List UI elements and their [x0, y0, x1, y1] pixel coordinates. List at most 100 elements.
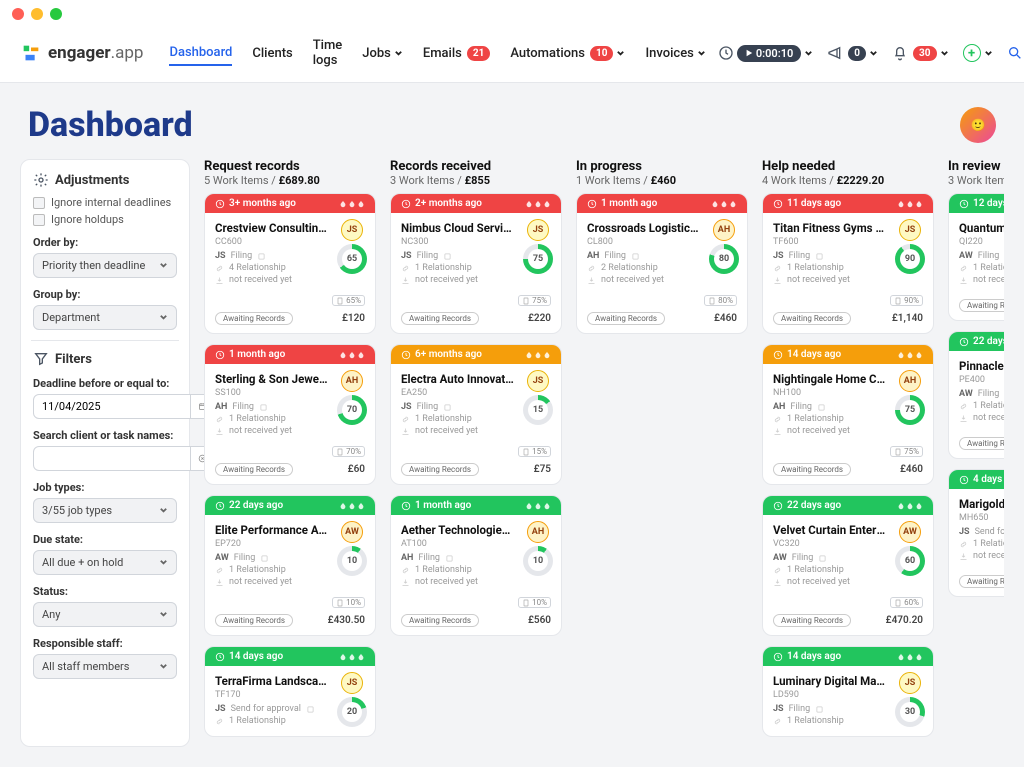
card-meta-row: JSSend for approval: [959, 527, 1004, 537]
work-item-card[interactable]: 2+ months ago Nimbus Cloud Services... N…: [390, 193, 562, 334]
card-age: 4 days ago: [973, 474, 1004, 485]
card-meta-row: AWFiling: [959, 251, 1004, 261]
orderby-select[interactable]: Priority then deadline: [33, 253, 177, 278]
link-icon: [215, 566, 224, 575]
user-avatar[interactable]: 🙂: [960, 107, 996, 143]
clock-icon: [401, 199, 411, 209]
status-pill: Awaiting Records: [773, 463, 851, 476]
work-item-card[interactable]: 3+ months ago Crestview Consulting Ltd. …: [204, 193, 376, 334]
work-item-card[interactable]: 22 days ago Velvet Curtain Entertain... …: [762, 495, 934, 636]
duestate-select[interactable]: All due + on hold: [33, 550, 177, 575]
sidebar-panel: Adjustments Ignore internal deadlines Ig…: [20, 159, 190, 747]
progress-ring: 20: [337, 697, 367, 727]
link-icon: [215, 717, 224, 726]
jobtypes-label: Job types:: [33, 481, 177, 494]
clock-icon: [215, 199, 225, 209]
download-icon: [587, 276, 596, 285]
gear-icon: [33, 172, 49, 188]
work-item-card[interactable]: 6+ months ago Electra Auto Innovation...…: [390, 344, 562, 485]
chevron-down-icon: [159, 610, 168, 619]
work-item-card[interactable]: 14 days ago Luminary Digital Market... L…: [762, 646, 934, 737]
assignee-badge[interactable]: JS: [899, 672, 921, 694]
priority-icons: [897, 653, 923, 661]
card-received-row: not received yet: [773, 577, 923, 587]
doc-icon: [336, 297, 344, 305]
deadline-input[interactable]: [33, 394, 191, 419]
pct-badge: 10%: [518, 597, 551, 608]
card-client-code: QI220: [959, 237, 1004, 247]
card-age: 2+ months ago: [415, 198, 482, 209]
column-subtitle: 3 Work Items / £855: [390, 174, 562, 187]
assignee-badge[interactable]: JS: [899, 219, 921, 241]
work-item-card[interactable]: 12 days ago Quantum Innovatic QI220 AWFi…: [948, 193, 1004, 321]
card-age: 14 days ago: [787, 651, 841, 662]
nav-jobs[interactable]: Jobs: [362, 42, 403, 65]
card-relationship-row: 1 Relationship: [959, 263, 1004, 273]
priority-icons: [711, 200, 737, 208]
pct-badge: 65%: [332, 295, 365, 306]
assignee-badge[interactable]: AH: [713, 219, 735, 241]
assignee-badge[interactable]: JS: [341, 672, 363, 694]
announcements-button[interactable]: 0: [827, 41, 878, 65]
work-item-card[interactable]: 11 days ago Titan Fitness Gyms & Pe... T…: [762, 193, 934, 334]
groupby-select[interactable]: Department: [33, 305, 177, 330]
orderby-label: Order by:: [33, 236, 177, 249]
download-icon: [959, 276, 968, 285]
work-item-card[interactable]: 14 days ago Nightingale Home Care... NH1…: [762, 344, 934, 485]
progress-ring: 90: [895, 244, 925, 274]
chevron-down-icon: [159, 313, 168, 322]
jobtypes-select[interactable]: 3/55 job types: [33, 498, 177, 523]
work-item-card[interactable]: 1 month ago Crossroads Logistics & F... …: [576, 193, 748, 334]
link-icon: [773, 717, 782, 726]
search-icon[interactable]: [1007, 45, 1023, 61]
download-icon: [215, 276, 224, 285]
brand-logo[interactable]: engager.app: [20, 42, 143, 64]
card-client-code: MH650: [959, 513, 1004, 523]
card-age-bar: 12 days ago: [949, 194, 1004, 213]
download-icon: [773, 276, 782, 285]
nav-emails[interactable]: Emails21: [423, 42, 490, 65]
nav-automations[interactable]: Automations10: [510, 42, 625, 65]
search-input[interactable]: [33, 446, 191, 471]
ignore-holdups-checkbox[interactable]: Ignore holdups: [33, 213, 177, 226]
ignore-deadlines-checkbox[interactable]: Ignore internal deadlines: [33, 196, 177, 209]
work-item-card[interactable]: 4 days ago Marigold Hotel & Re MH650 JSS…: [948, 469, 1004, 597]
card-age-bar: 6+ months ago: [391, 345, 561, 364]
clock-icon: [773, 350, 783, 360]
bell-icon: [892, 45, 908, 61]
column-subtitle: 1 Work Items / £460: [576, 174, 748, 187]
column-title: Records received: [390, 159, 562, 174]
nav-time-logs[interactable]: Time logs: [313, 34, 343, 72]
status-select[interactable]: Any: [33, 602, 177, 627]
staff-select[interactable]: All staff members: [33, 654, 177, 679]
pct-badge: 15%: [518, 446, 551, 457]
nav-clients[interactable]: Clients: [252, 42, 292, 65]
card-received-row: not received yet: [215, 275, 365, 285]
work-item-card[interactable]: 22 days ago Pinnacle Estates & I PE400 A…: [948, 331, 1004, 459]
timer-dropdown[interactable]: 0:00:10: [718, 41, 813, 66]
nav-invoices[interactable]: Invoices: [645, 42, 705, 65]
add-new-button[interactable]: +: [963, 40, 993, 66]
assignee-badge[interactable]: AH: [899, 370, 921, 392]
nav-dashboard[interactable]: Dashboard: [169, 41, 232, 66]
work-item-card[interactable]: 1 month ago Sterling & Son Jewelers SS10…: [204, 344, 376, 485]
work-item-card[interactable]: 22 days ago Elite Performance Athleti...…: [204, 495, 376, 636]
card-age-bar: 1 month ago: [205, 345, 375, 364]
work-item-card[interactable]: 14 days ago TerraFirma Landscapin... TF1…: [204, 646, 376, 737]
assignee-badge[interactable]: AH: [341, 370, 363, 392]
assignee-badge[interactable]: JS: [341, 219, 363, 241]
max-dot[interactable]: [50, 8, 62, 20]
close-dot[interactable]: [12, 8, 24, 20]
progress-ring: 10: [337, 546, 367, 576]
assignee-badge[interactable]: AW: [899, 521, 921, 543]
min-dot[interactable]: [31, 8, 43, 20]
link-icon: [959, 402, 968, 411]
work-item-card[interactable]: 1 month ago Aether Technologies PLC AT10…: [390, 495, 562, 636]
assignee-badge[interactable]: AW: [341, 521, 363, 543]
assignee-badge[interactable]: AH: [527, 521, 549, 543]
notifications-button[interactable]: 30: [892, 41, 948, 65]
chevron-down-icon: [159, 506, 168, 515]
assignee-badge[interactable]: JS: [527, 219, 549, 241]
assignee-badge[interactable]: JS: [527, 370, 549, 392]
card-received-row: not received yet: [587, 275, 737, 285]
